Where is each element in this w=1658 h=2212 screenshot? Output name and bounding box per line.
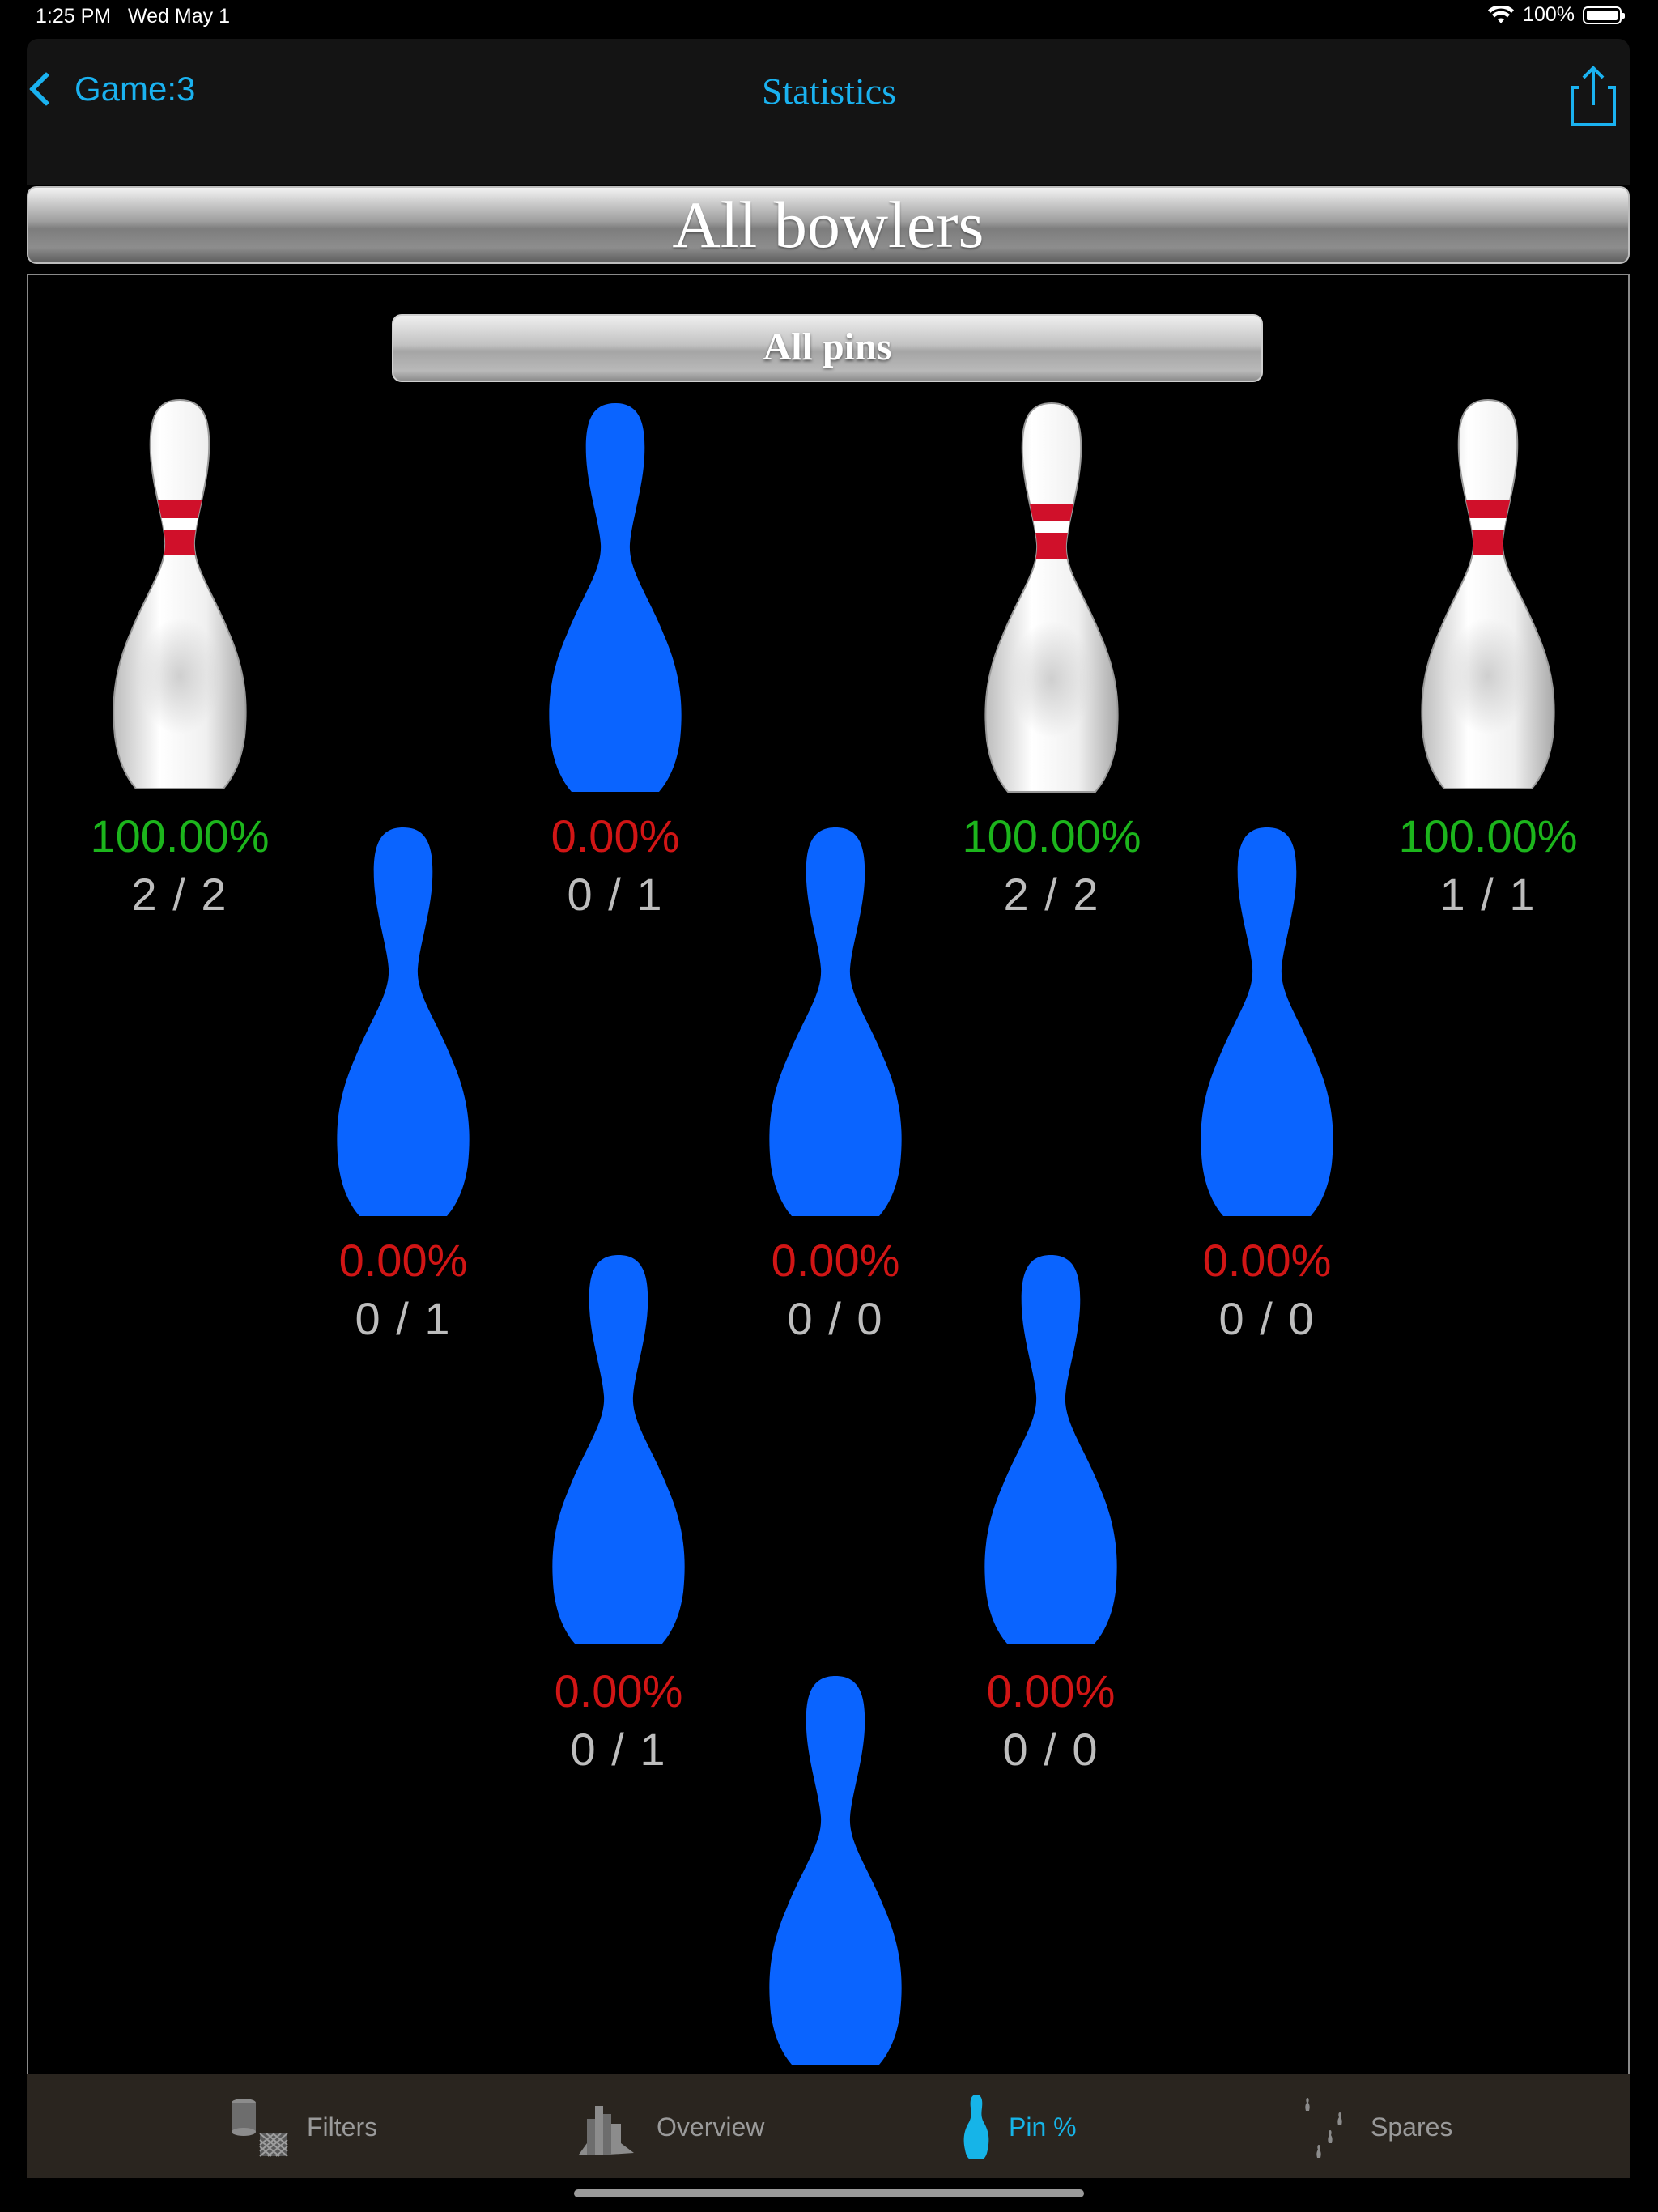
- pin-2[interactable]: [538, 1252, 699, 1648]
- pin-5-percent: 0.00%: [771, 1235, 900, 1286]
- overview-icon: [579, 2106, 634, 2155]
- pin-3[interactable]: [970, 1252, 1132, 1648]
- pin-9-count: 2 / 2: [1003, 869, 1100, 920]
- pin-6-percent: 0.00%: [1202, 1235, 1332, 1286]
- pin-10[interactable]: [1407, 397, 1569, 793]
- standing-pin-icon: [984, 402, 1119, 793]
- pin-9[interactable]: [971, 400, 1133, 797]
- pin-2-percent: 0.00%: [554, 1665, 683, 1716]
- battery-percent: 100%: [1523, 3, 1575, 26]
- battery-icon: [1583, 6, 1625, 24]
- tab-label-filters: Filters: [307, 2112, 378, 2142]
- pin-10-percent: 100.00%: [1398, 810, 1578, 861]
- pin-filter-selector[interactable]: All pins: [392, 314, 1263, 382]
- page-title: Statistics: [761, 70, 897, 112]
- tab-filters[interactable]: Filters: [226, 2099, 378, 2157]
- tab-spares[interactable]: Spares: [1298, 2098, 1453, 2158]
- tab-label-spares: Spares: [1371, 2112, 1453, 2142]
- pin-8-percent: 0.00%: [551, 810, 680, 861]
- tab-label-overview: Overview: [657, 2112, 765, 2142]
- status-time: 1:25 PM: [36, 5, 112, 28]
- pin-4-count: 0 / 1: [355, 1293, 452, 1344]
- pin-5[interactable]: [755, 824, 916, 1221]
- pin-7-percent: 100.00%: [90, 810, 270, 861]
- pin-1[interactable]: [755, 1673, 916, 2069]
- pin-8-count: 0 / 1: [567, 869, 664, 920]
- knocked-pin-icon: [769, 1676, 902, 2065]
- status-bar: 1:25 PM Wed May 1 100%: [0, 0, 1658, 32]
- filter-icon: [232, 2099, 288, 2157]
- tab-overview[interactable]: Overview: [576, 2099, 764, 2155]
- pin-icon: [963, 2095, 989, 2159]
- standing-pin-icon: [113, 398, 247, 789]
- pin-8[interactable]: [534, 400, 696, 797]
- share-icon: [1571, 66, 1616, 126]
- knocked-pin-icon: [549, 403, 682, 792]
- pin-3-percent: 0.00%: [986, 1665, 1116, 1716]
- status-date: Wed May 1: [128, 5, 230, 28]
- knocked-pin-icon: [984, 1255, 1117, 1644]
- knocked-pin-icon: [552, 1255, 685, 1644]
- tab-label-pin-percent: Pin %: [1009, 2112, 1077, 2142]
- pin-6[interactable]: [1186, 824, 1348, 1221]
- pin-4-percent: 0.00%: [338, 1235, 468, 1286]
- standing-pin-icon: [1421, 398, 1555, 789]
- status-right: 100%: [1487, 3, 1625, 27]
- pin-7[interactable]: [99, 397, 261, 793]
- pin-9-percent: 100.00%: [962, 810, 1141, 861]
- pin-7-count: 2 / 2: [131, 869, 228, 920]
- share-button[interactable]: [1569, 63, 1618, 128]
- home-indicator: [574, 2189, 1084, 2197]
- bowler-selector[interactable]: All bowlers: [27, 186, 1630, 264]
- knocked-pin-icon: [1201, 827, 1333, 1216]
- pin-2-count: 0 / 1: [570, 1724, 667, 1775]
- pin-10-count: 1 / 1: [1439, 869, 1537, 920]
- pin-6-count: 0 / 0: [1218, 1293, 1316, 1344]
- wifi-icon: [1488, 5, 1515, 23]
- tab-bar: Filters Overview Pin % Spares: [27, 2074, 1630, 2178]
- tab-pin-percent[interactable]: Pin %: [960, 2095, 1077, 2159]
- pin-5-count: 0 / 0: [787, 1293, 884, 1344]
- pin-4[interactable]: [322, 824, 484, 1221]
- spares-icon: [1305, 2098, 1342, 2158]
- knocked-pin-icon: [337, 827, 470, 1216]
- knocked-pin-icon: [769, 827, 902, 1216]
- pin-3-count: 0 / 0: [1002, 1724, 1099, 1775]
